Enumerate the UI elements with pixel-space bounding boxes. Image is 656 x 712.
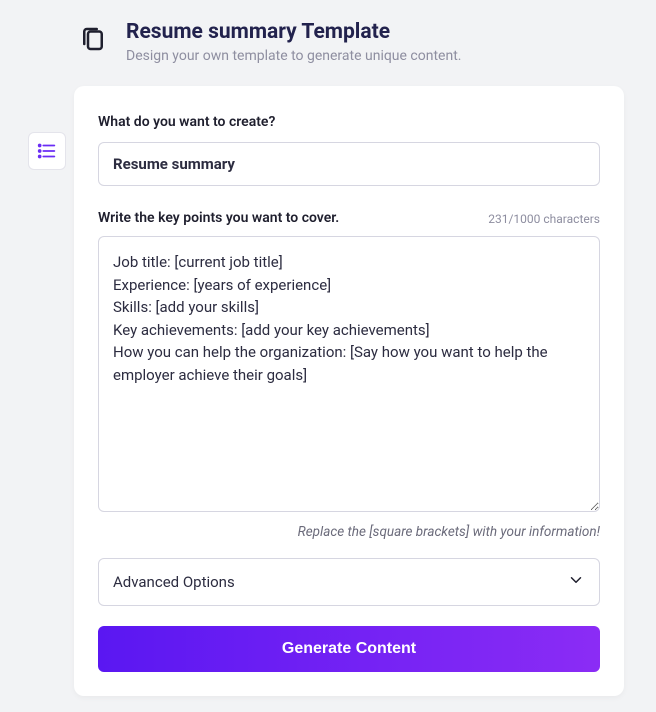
page-header: Resume summary Template Design your own … xyxy=(0,0,656,72)
create-input[interactable] xyxy=(98,142,600,186)
list-icon xyxy=(36,140,58,162)
page-subtitle: Design your own template to generate uni… xyxy=(126,48,461,64)
generate-button[interactable]: Generate Content xyxy=(98,626,600,672)
keypoints-textarea[interactable] xyxy=(98,236,600,512)
advanced-options-label: Advanced Options xyxy=(113,573,235,591)
keypoints-label: Write the key points you want to cover. xyxy=(98,210,339,226)
create-label: What do you want to create? xyxy=(98,114,600,130)
side-list-tab[interactable] xyxy=(28,132,66,170)
chevron-down-icon xyxy=(567,571,585,593)
hint-text: Replace the [square brackets] with your … xyxy=(98,524,600,540)
advanced-options-toggle[interactable]: Advanced Options xyxy=(98,558,600,606)
char-count: 231/1000 characters xyxy=(488,212,600,226)
page-title: Resume summary Template xyxy=(126,20,461,44)
form-card: What do you want to create? Write the ke… xyxy=(74,86,624,696)
copy-icon xyxy=(78,24,108,54)
